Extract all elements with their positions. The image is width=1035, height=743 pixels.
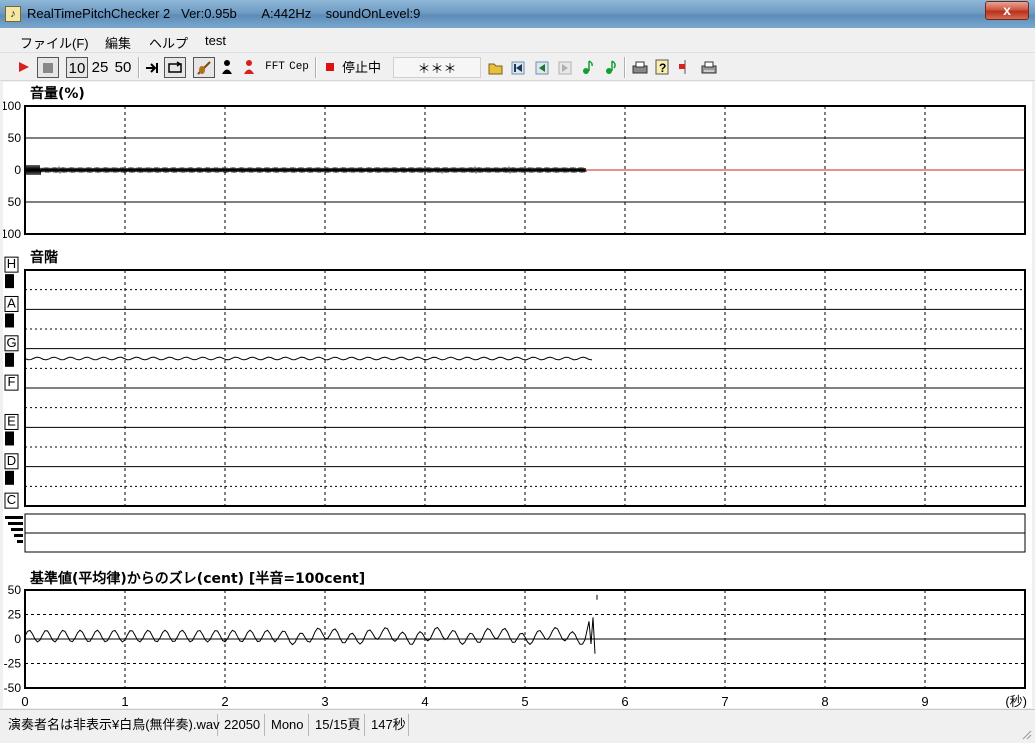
play-icon[interactable]	[15, 57, 33, 78]
loop-icon[interactable]	[164, 57, 186, 78]
cent-tick-label: 50	[8, 583, 22, 597]
black-key	[5, 274, 14, 289]
cent-tick-label: -50	[4, 681, 22, 695]
cent-tick-label: 25	[8, 608, 22, 622]
singer-icon[interactable]	[240, 57, 258, 78]
pitch-trace	[24, 356, 593, 361]
toolbar-separator	[138, 57, 140, 78]
note-label: G	[6, 335, 16, 350]
zoom-50-button[interactable]: 50	[112, 57, 134, 78]
status-length: 147秒	[367, 714, 409, 736]
marker-icon[interactable]	[676, 57, 694, 78]
range-strip-mark	[17, 540, 23, 543]
step-forward-icon[interactable]	[556, 57, 574, 78]
note-label: F	[8, 374, 16, 389]
cep-button[interactable]: Cep	[287, 57, 311, 78]
time-tick-label: 1	[121, 694, 128, 708]
status-file-name: 演奏者名は非表示¥白鳥(無伴奏).wav	[4, 714, 220, 736]
svg-text:?: ?	[659, 61, 666, 75]
print-preview-icon[interactable]	[699, 57, 719, 78]
note-down-icon[interactable]	[579, 57, 597, 78]
range-strip-mark	[14, 534, 23, 537]
menu-bar: ファイル(F) 編集 ヘルプ test	[0, 29, 1035, 53]
time-tick-label: 2	[221, 694, 228, 708]
toolbar: 10 25 50 FFT Cep 停止中 ＊＊＊ ?	[0, 54, 1035, 81]
fft-button[interactable]: FFT	[263, 57, 287, 78]
volume-tick-label: 50	[8, 131, 22, 145]
cent-tick-label: 0	[14, 632, 21, 646]
volume-tick-label: 50	[8, 195, 22, 209]
time-tick-label: 3	[321, 694, 328, 708]
help-icon[interactable]: ?	[653, 57, 671, 78]
note-label: C	[7, 492, 16, 507]
close-button[interactable]: x	[985, 1, 1029, 20]
record-stop-icon[interactable]	[322, 57, 338, 78]
open-folder-icon[interactable]	[486, 57, 506, 78]
volume-trace	[24, 164, 587, 176]
range-strip-mark	[8, 522, 23, 525]
black-key	[5, 313, 14, 328]
cent-trace	[24, 617, 596, 654]
info-display: ＊＊＊	[393, 57, 481, 78]
menu-file[interactable]: ファイル(F)	[20, 33, 89, 52]
range-strip-mark	[11, 528, 23, 531]
violin-icon[interactable]	[193, 57, 215, 78]
chart-area: 音量(%) 音階 基準値(平均律)からのズレ(cent) [半音=100cent…	[3, 82, 1032, 708]
note-label: D	[7, 453, 16, 468]
app-logo-icon: ♪	[5, 6, 21, 22]
performer-icon[interactable]	[218, 57, 236, 78]
jump-end-icon[interactable]	[143, 57, 161, 78]
time-tick-label: 4	[421, 694, 428, 708]
note-label: E	[7, 413, 16, 428]
time-tick-label: 9	[921, 694, 928, 708]
plots-svg: 10050050100HAGFEDC50250-25-500 1 2 3 4 5 6 7 8 9(…	[3, 99, 1027, 708]
step-back-icon[interactable]	[533, 57, 551, 78]
title-bar[interactable]: ♪ RealTimePitchChecker 2 Ver:0.95b A:442…	[0, 0, 1035, 28]
time-tick-label: 8	[821, 694, 828, 708]
app-window: ♪ RealTimePitchChecker 2 Ver:0.95b A:442…	[0, 0, 1035, 743]
skip-start-icon[interactable]	[509, 57, 527, 78]
time-tick-label: 6	[621, 694, 628, 708]
time-tick-label: 0	[21, 694, 28, 708]
range-strip-mark	[5, 516, 23, 519]
zoom-10-button[interactable]: 10	[66, 57, 88, 78]
zoom-25-button[interactable]: 25	[90, 57, 110, 78]
note-label: A	[7, 295, 16, 310]
toolbar-separator	[624, 57, 626, 78]
print-icon[interactable]	[630, 57, 650, 78]
note-up-icon[interactable]	[602, 57, 620, 78]
stop-icon[interactable]	[37, 57, 59, 78]
cent-tick-label: -25	[4, 657, 22, 671]
status-label: 停止中	[342, 60, 382, 75]
time-tick-label: 7	[721, 694, 728, 708]
note-label: H	[7, 256, 16, 271]
status-page: 15/15頁	[311, 714, 365, 736]
resize-grip-icon[interactable]	[1020, 728, 1032, 740]
time-tick-label: 5	[521, 694, 528, 708]
volume-tick-label: 0	[14, 163, 21, 177]
menu-help[interactable]: ヘルプ	[149, 33, 188, 52]
black-key	[5, 470, 14, 485]
black-key	[5, 352, 14, 367]
volume-tick-label: 100	[3, 99, 21, 113]
status-bar: 演奏者名は非表示¥白鳥(無伴奏).wav 22050 Mono 15/15頁 1…	[0, 709, 1035, 743]
time-axis-unit: (秒)	[1005, 694, 1027, 708]
status-channels: Mono	[267, 714, 309, 736]
menu-edit[interactable]: 編集	[105, 33, 131, 52]
menu-test[interactable]: test	[205, 33, 226, 48]
volume-tick-label: 100	[3, 227, 21, 241]
toolbar-separator	[315, 57, 317, 78]
status-sample-rate: 22050	[220, 714, 265, 736]
black-key	[5, 431, 14, 446]
window-title: RealTimePitchChecker 2 Ver:0.95b A:442Hz…	[27, 6, 421, 21]
